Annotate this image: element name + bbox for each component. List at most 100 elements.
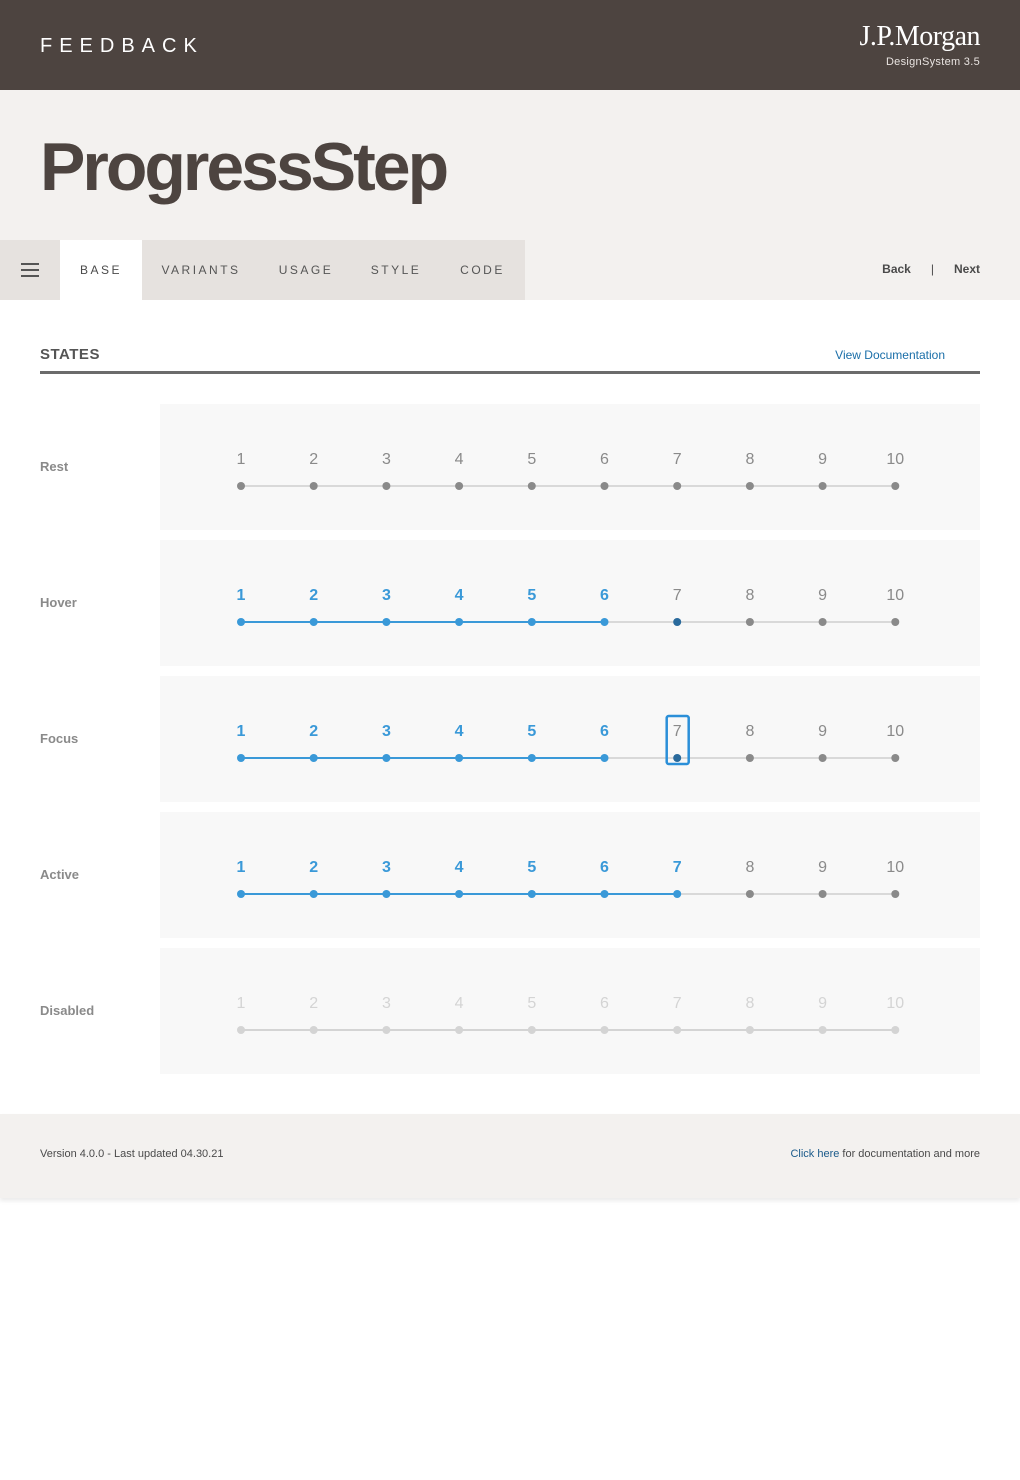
- step-label[interactable]: 1: [237, 723, 246, 740]
- step-label[interactable]: 9: [818, 723, 827, 740]
- step-label[interactable]: 6: [600, 587, 609, 604]
- step-dot[interactable]: [745, 754, 754, 762]
- step-dot[interactable]: [527, 482, 536, 490]
- step-label[interactable]: 9: [818, 859, 827, 876]
- step-dot[interactable]: [891, 618, 900, 626]
- step-dot[interactable]: [382, 890, 391, 898]
- step-label: 6: [600, 995, 609, 1012]
- step-label[interactable]: 10: [886, 859, 904, 876]
- step-dot[interactable]: [455, 754, 464, 762]
- step-label[interactable]: 7: [673, 859, 682, 876]
- step-dot[interactable]: [309, 618, 318, 626]
- tab-base[interactable]: BASE: [60, 240, 142, 300]
- step-label[interactable]: 10: [886, 451, 904, 468]
- step-label[interactable]: 10: [886, 723, 904, 740]
- step-dot[interactable]: [382, 618, 391, 626]
- step-label[interactable]: 1: [237, 859, 246, 876]
- step-dot[interactable]: [309, 890, 318, 898]
- step-label[interactable]: 3: [382, 859, 391, 876]
- step-label[interactable]: 2: [309, 859, 318, 876]
- step-label[interactable]: 4: [455, 723, 464, 740]
- step-label[interactable]: 2: [309, 451, 318, 468]
- tab-bar: BASE VARIANTS USAGE STYLE CODE: [0, 240, 525, 300]
- step-label[interactable]: 5: [527, 723, 536, 740]
- step-dot[interactable]: [673, 618, 682, 626]
- step-label[interactable]: 4: [455, 451, 464, 468]
- step-label[interactable]: 5: [527, 859, 536, 876]
- step-dot[interactable]: [818, 482, 827, 490]
- step-dot[interactable]: [818, 618, 827, 626]
- step-dot[interactable]: [818, 890, 827, 898]
- tab-style[interactable]: STYLE: [352, 240, 440, 300]
- tab-usage[interactable]: USAGE: [260, 240, 352, 300]
- step-label[interactable]: 7: [673, 723, 682, 740]
- step-dot[interactable]: [455, 618, 464, 626]
- next-link[interactable]: Next: [954, 262, 980, 276]
- step-label: 4: [455, 995, 464, 1012]
- step-dot[interactable]: [745, 618, 754, 626]
- step-label[interactable]: 6: [600, 451, 609, 468]
- step-dot[interactable]: [818, 754, 827, 762]
- step-dot[interactable]: [382, 754, 391, 762]
- step-label[interactable]: 8: [745, 859, 754, 876]
- step-dot[interactable]: [455, 482, 464, 490]
- tab-code[interactable]: CODE: [440, 240, 525, 300]
- step-label[interactable]: 8: [745, 451, 754, 468]
- states-header: STATES View Documentation: [40, 346, 980, 374]
- step-label[interactable]: 9: [818, 587, 827, 604]
- step-dot[interactable]: [309, 754, 318, 762]
- step-label[interactable]: 4: [455, 859, 464, 876]
- step-dot[interactable]: [527, 754, 536, 762]
- row-label-rest: Rest: [40, 459, 69, 474]
- step-label[interactable]: 3: [382, 451, 391, 468]
- top-header: FEEDBACK J.P.Morgan DesignSystem 3.5: [0, 0, 1020, 90]
- step-dot[interactable]: [673, 890, 682, 898]
- step-label[interactable]: 7: [673, 587, 682, 604]
- step-label[interactable]: 3: [382, 723, 391, 740]
- step-label[interactable]: 9: [818, 451, 827, 468]
- step-label[interactable]: 4: [455, 587, 464, 604]
- hamburger-icon[interactable]: [0, 240, 60, 300]
- step-dot[interactable]: [600, 618, 609, 626]
- step-dot[interactable]: [237, 890, 245, 898]
- step-label[interactable]: 8: [745, 723, 754, 740]
- step-dot[interactable]: [600, 754, 609, 762]
- step-dot[interactable]: [527, 890, 536, 898]
- step-dot[interactable]: [237, 618, 245, 626]
- step-dot[interactable]: [382, 482, 391, 490]
- step-label[interactable]: 10: [886, 587, 904, 604]
- step-dot[interactable]: [745, 890, 754, 898]
- step-dot[interactable]: [237, 482, 245, 490]
- step-dot[interactable]: [891, 890, 900, 898]
- view-documentation-link[interactable]: View Documentation: [835, 348, 945, 362]
- click-here-link[interactable]: Click here: [790, 1148, 839, 1160]
- step-dot[interactable]: [745, 482, 754, 490]
- step-label[interactable]: 5: [527, 587, 536, 604]
- step-label[interactable]: 2: [309, 723, 318, 740]
- step-label[interactable]: 8: [745, 587, 754, 604]
- step-dot[interactable]: [673, 754, 682, 762]
- step-dot[interactable]: [237, 754, 245, 762]
- page-title: ProgressStep: [40, 129, 449, 205]
- step-label[interactable]: 7: [673, 451, 682, 468]
- step-dot[interactable]: [673, 482, 682, 490]
- step-label[interactable]: 6: [600, 859, 609, 876]
- tab-variants[interactable]: VARIANTS: [142, 240, 260, 300]
- step-label[interactable]: 5: [527, 451, 536, 468]
- step-dot[interactable]: [600, 482, 609, 490]
- back-link[interactable]: Back: [882, 262, 911, 276]
- step-dot[interactable]: [891, 754, 900, 762]
- step-dot[interactable]: [455, 890, 464, 898]
- step-label[interactable]: 1: [237, 587, 246, 604]
- step-label[interactable]: 2: [309, 587, 318, 604]
- step-label[interactable]: 3: [382, 587, 391, 604]
- footer-more-text: for documentation and more: [839, 1148, 980, 1160]
- step-label[interactable]: 6: [600, 723, 609, 740]
- step-dot: [745, 1026, 754, 1034]
- step-dot[interactable]: [527, 618, 536, 626]
- section-title: FEEDBACK: [40, 35, 204, 57]
- step-dot[interactable]: [891, 482, 900, 490]
- step-label[interactable]: 1: [237, 451, 246, 468]
- step-dot[interactable]: [309, 482, 318, 490]
- step-dot[interactable]: [600, 890, 609, 898]
